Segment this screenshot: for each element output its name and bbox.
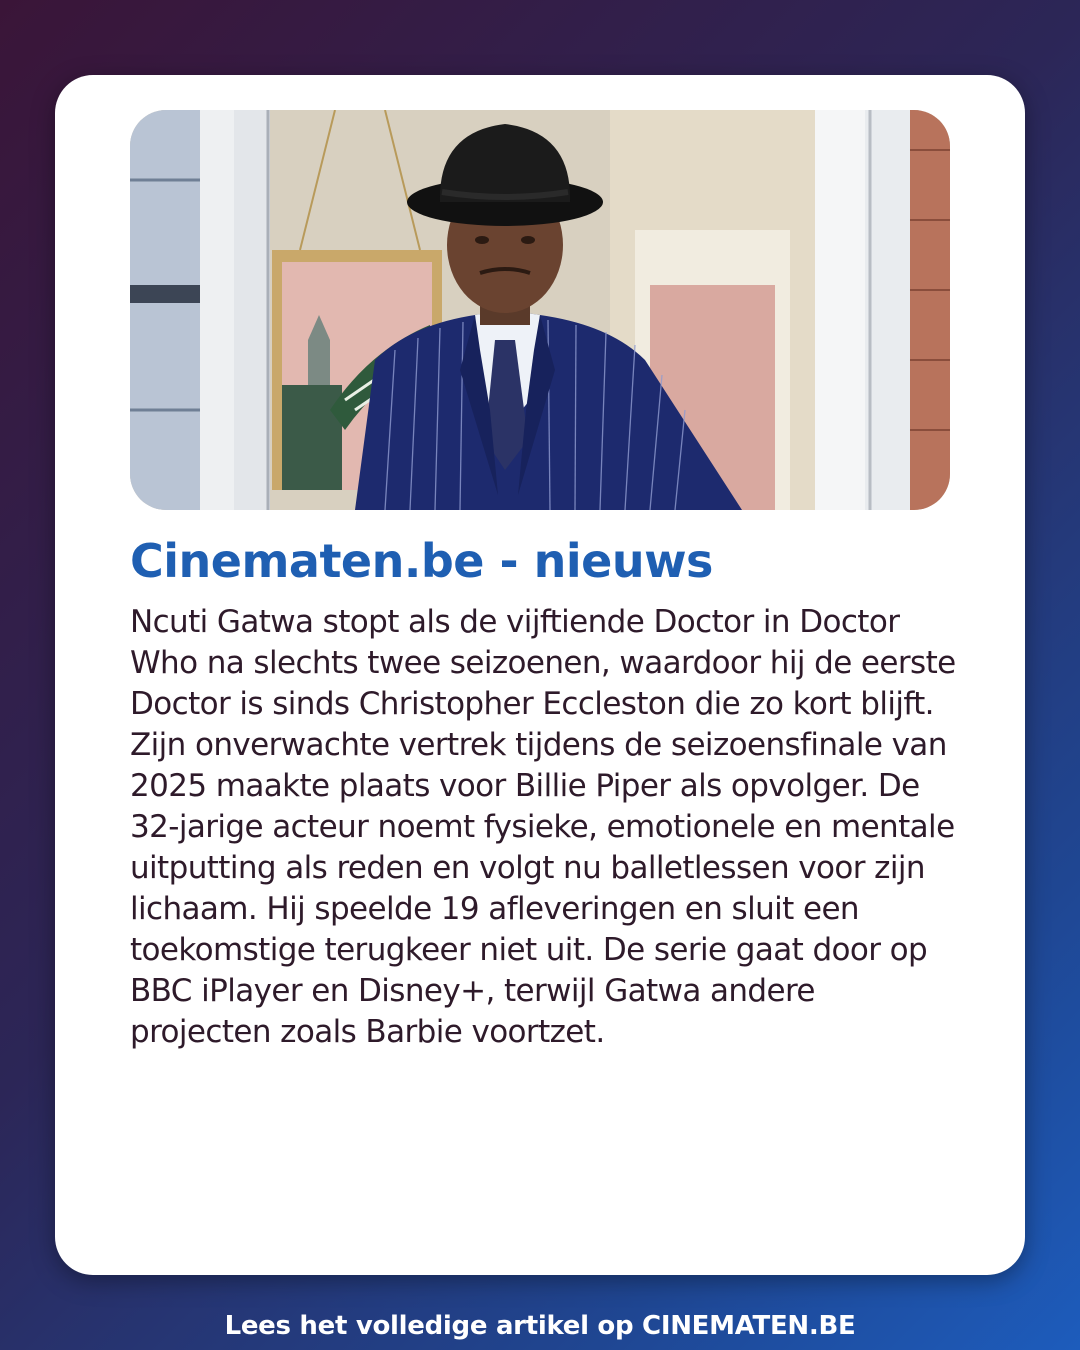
- read-more-link[interactable]: Lees het volledige artikel op CINEMATEN.…: [0, 1306, 1080, 1346]
- news-card: Cinematen.be - nieuws Ncuti Gatwa stopt …: [55, 75, 1025, 1275]
- article-headline: Cinematen.be - nieuws: [130, 534, 713, 588]
- article-photo: [130, 110, 950, 510]
- photo-icon: [130, 110, 950, 510]
- article-summary: Ncuti Gatwa stopt als de vijftiende Doct…: [130, 604, 956, 1050]
